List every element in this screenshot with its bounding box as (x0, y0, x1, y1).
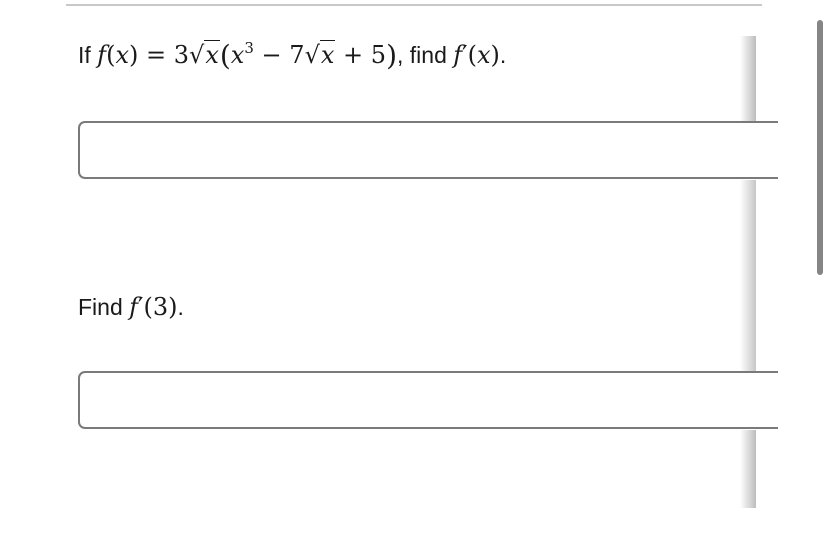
scrollbar-thumb[interactable] (817, 20, 823, 275)
top-divider (66, 4, 762, 6)
derivative-target: f′(x) (453, 41, 500, 69)
function-definition: f(x) = 3√x(x3 − 7√x + 5) (97, 39, 398, 72)
derivative-at-3: f′(3) (129, 293, 178, 321)
panel-edge-shade (740, 36, 756, 122)
question-evaluate: Find f′(3). (78, 293, 184, 321)
question-derivative: If f(x) = 3√x(x3 − 7√x + 5), find f′(x). (78, 39, 507, 72)
sqrt-x: √x (189, 40, 220, 69)
answer-input-value[interactable] (78, 371, 778, 429)
panel-edge-shade (740, 180, 756, 372)
sqrt-x-2: √x (304, 40, 336, 69)
question-prefix: If (78, 42, 91, 68)
panel-edge-shade (740, 430, 756, 508)
question-prefix: Find (78, 294, 123, 320)
answer-input-derivative[interactable] (78, 121, 778, 179)
